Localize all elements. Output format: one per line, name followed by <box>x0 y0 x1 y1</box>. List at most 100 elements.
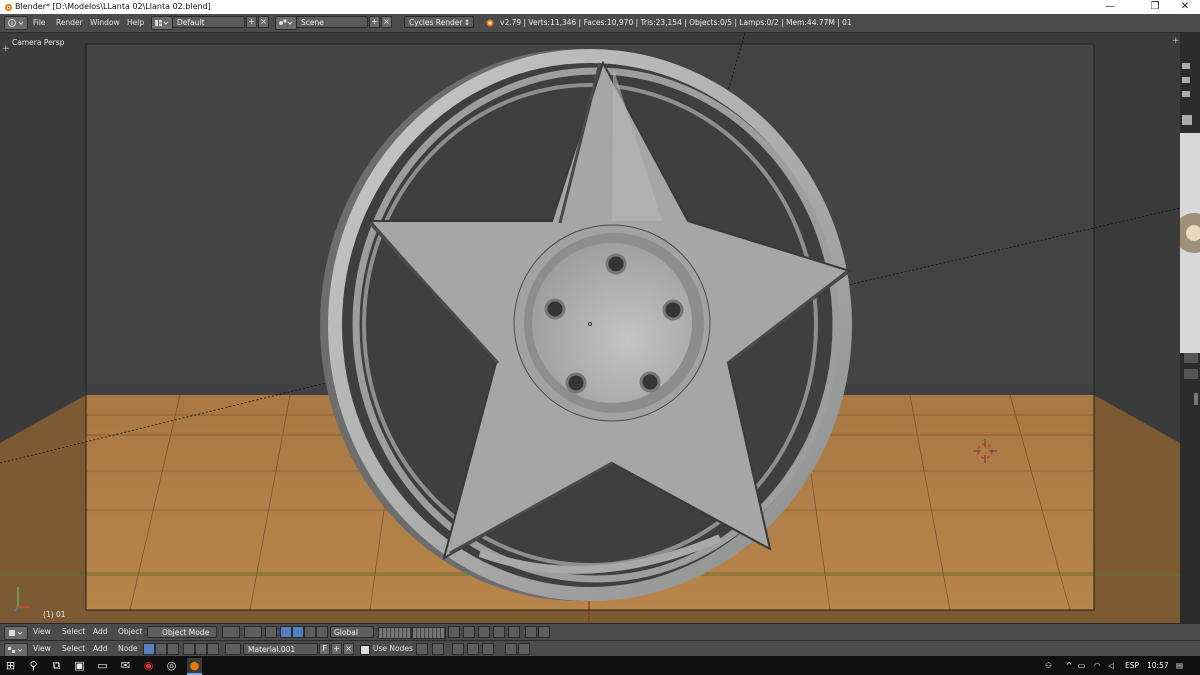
node-paste-icon[interactable] <box>467 643 479 655</box>
render-engine-label: Cycles Render <box>409 18 463 27</box>
dropdown-arrows-icon: ⇕ <box>463 18 470 27</box>
snap-node-icon[interactable] <box>432 643 444 655</box>
windows-taskbar: ⊞ ⚲ ⧉ ▣ ▭ ✉ ◉ ◎ ● ⚇ ^ ▭ ◠ ◁ ESP 10:57 ▤ <box>0 656 1200 675</box>
opera-browser-icon[interactable]: ◉ <box>141 658 156 673</box>
action-center-icon[interactable]: ▤ <box>1176 660 1183 672</box>
opengl-render-icon[interactable] <box>525 626 537 638</box>
viewport-shading-button[interactable] <box>222 626 240 638</box>
opengl-animation-icon[interactable] <box>538 626 550 638</box>
snap-toggle-icon[interactable] <box>493 626 505 638</box>
view3d-menu-view[interactable]: View <box>33 626 51 638</box>
fake-user-button[interactable]: F <box>319 643 330 655</box>
pivot-point-button[interactable] <box>244 626 262 638</box>
scene-selector[interactable] <box>275 16 297 30</box>
linestyle-shader-icon[interactable] <box>207 643 219 655</box>
right-editor-panel[interactable] <box>1174 33 1200 655</box>
blender-logo-icon <box>4 3 13 12</box>
viewport-render: + + <box>0 33 1180 623</box>
transform-orientation-dropdown[interactable]: Global <box>330 626 374 638</box>
maximize-button[interactable]: ❐ <box>1140 0 1170 14</box>
view-perspective-label: Camera Persp <box>12 38 65 47</box>
object-mode-dropdown[interactable]: Object Mode <box>147 626 217 638</box>
remove-layout-button[interactable]: × <box>258 16 269 28</box>
task-view-icon[interactable]: ⧉ <box>49 658 64 673</box>
people-icon[interactable]: ⚇ <box>1045 660 1052 672</box>
view3d-menu-add[interactable]: Add <box>93 626 108 638</box>
menu-render[interactable]: Render <box>56 17 83 29</box>
remove-scene-button[interactable]: × <box>381 16 392 28</box>
backdrop-toggle-icon[interactable] <box>416 643 428 655</box>
scale-manipulator-icon[interactable] <box>304 626 316 638</box>
world-shader-icon[interactable] <box>195 643 207 655</box>
lock-layers-icon[interactable] <box>448 626 460 638</box>
shader-nodes-icon[interactable] <box>143 643 155 655</box>
rotate-manipulator-icon[interactable] <box>292 626 304 638</box>
scene-name-field[interactable]: Scene <box>296 16 368 28</box>
transform-extra-icon[interactable] <box>316 626 328 638</box>
translate-manipulator-icon[interactable] <box>280 626 292 638</box>
layer-buttons-group-1[interactable] <box>378 627 412 639</box>
render-layer-icon[interactable] <box>463 626 475 638</box>
windows-start-icon[interactable]: ⊞ <box>3 658 18 673</box>
texture-nodes-icon[interactable] <box>167 643 179 655</box>
window-title-bar: Blender* [D:\Modelos\LLanta 02\Llanta 02… <box>0 0 1200 14</box>
menu-file[interactable]: File <box>33 17 46 29</box>
node-grid-icon[interactable] <box>482 643 494 655</box>
svg-text:+: + <box>1172 36 1180 46</box>
use-nodes-label: Use Nodes <box>373 644 413 653</box>
node-copy-icon[interactable] <box>452 643 464 655</box>
node-menu-select[interactable]: Select <box>62 643 85 655</box>
window-title: Blender* [D:\Modelos\LLanta 02\Llanta 02… <box>15 2 211 11</box>
node-tree-icon <box>8 647 23 653</box>
node-render-icon[interactable] <box>505 643 517 655</box>
screen-layout-name-field[interactable]: Default <box>172 16 245 28</box>
taskbar-clock[interactable]: 10:57 <box>1147 660 1169 672</box>
screen-layout-selector[interactable] <box>151 16 173 30</box>
wifi-icon[interactable]: ◠ <box>1094 660 1101 672</box>
node-menu-add[interactable]: Add <box>93 643 108 655</box>
material-browse-button[interactable] <box>225 643 241 655</box>
store-icon[interactable]: ▣ <box>72 658 87 673</box>
editor-type-info-button[interactable] <box>4 16 28 30</box>
file-explorer-icon[interactable]: ▭ <box>95 658 110 673</box>
add-material-button[interactable]: + <box>331 643 342 655</box>
3d-view-header: View Select Add Object Object Mode Globa… <box>0 623 1200 640</box>
search-icon[interactable]: ⚲ <box>26 658 41 673</box>
mail-icon[interactable]: ✉ <box>118 658 133 673</box>
editor-type-3d-button[interactable] <box>4 626 28 640</box>
add-layout-button[interactable]: + <box>246 16 257 28</box>
object-shader-icon[interactable] <box>183 643 195 655</box>
editor-type-node-button[interactable] <box>4 643 28 657</box>
manipulator-toggle-icon[interactable] <box>265 626 277 638</box>
node-anim-icon[interactable] <box>518 643 530 655</box>
render-engine-dropdown[interactable]: Cycles Render ⇕ <box>404 16 474 28</box>
chrome-browser-icon[interactable]: ◎ <box>164 658 179 673</box>
input-language-indicator[interactable]: ESP <box>1125 660 1139 672</box>
3d-viewport[interactable]: + + Camera Persp (1) 01 <box>0 33 1180 623</box>
add-scene-button[interactable]: + <box>369 16 380 28</box>
use-nodes-checkbox[interactable] <box>360 645 370 655</box>
tray-expand-icon[interactable]: ^ <box>1066 660 1072 672</box>
blender-stats-logo-icon <box>486 19 494 27</box>
node-menu-node[interactable]: Node <box>118 643 138 655</box>
node-menu-view[interactable]: View <box>33 643 51 655</box>
layer-buttons-group-2[interactable] <box>412 627 446 639</box>
node-editor-header: View Select Add Node Material.001 F + × … <box>0 640 1200 657</box>
minimize-button[interactable]: — <box>1095 0 1125 14</box>
network-icon[interactable]: ▭ <box>1078 660 1085 672</box>
info-icon <box>8 19 24 27</box>
blender-taskbar-icon[interactable]: ● <box>187 658 202 675</box>
compositing-nodes-icon[interactable] <box>155 643 167 655</box>
side-panel-preview <box>1174 63 1200 405</box>
volume-icon[interactable]: ◁ <box>1108 660 1114 672</box>
snap-target-icon[interactable] <box>508 626 520 638</box>
svg-text:+: + <box>2 44 10 54</box>
view3d-menu-object[interactable]: Object <box>118 626 142 638</box>
unlink-material-button[interactable]: × <box>343 643 354 655</box>
close-button[interactable]: ✕ <box>1170 0 1200 14</box>
menu-help[interactable]: Help <box>127 17 144 29</box>
proportional-edit-icon[interactable] <box>478 626 490 638</box>
menu-window[interactable]: Window <box>90 17 120 29</box>
view3d-menu-select[interactable]: Select <box>62 626 85 638</box>
material-name-field[interactable]: Material.001 <box>243 643 318 655</box>
